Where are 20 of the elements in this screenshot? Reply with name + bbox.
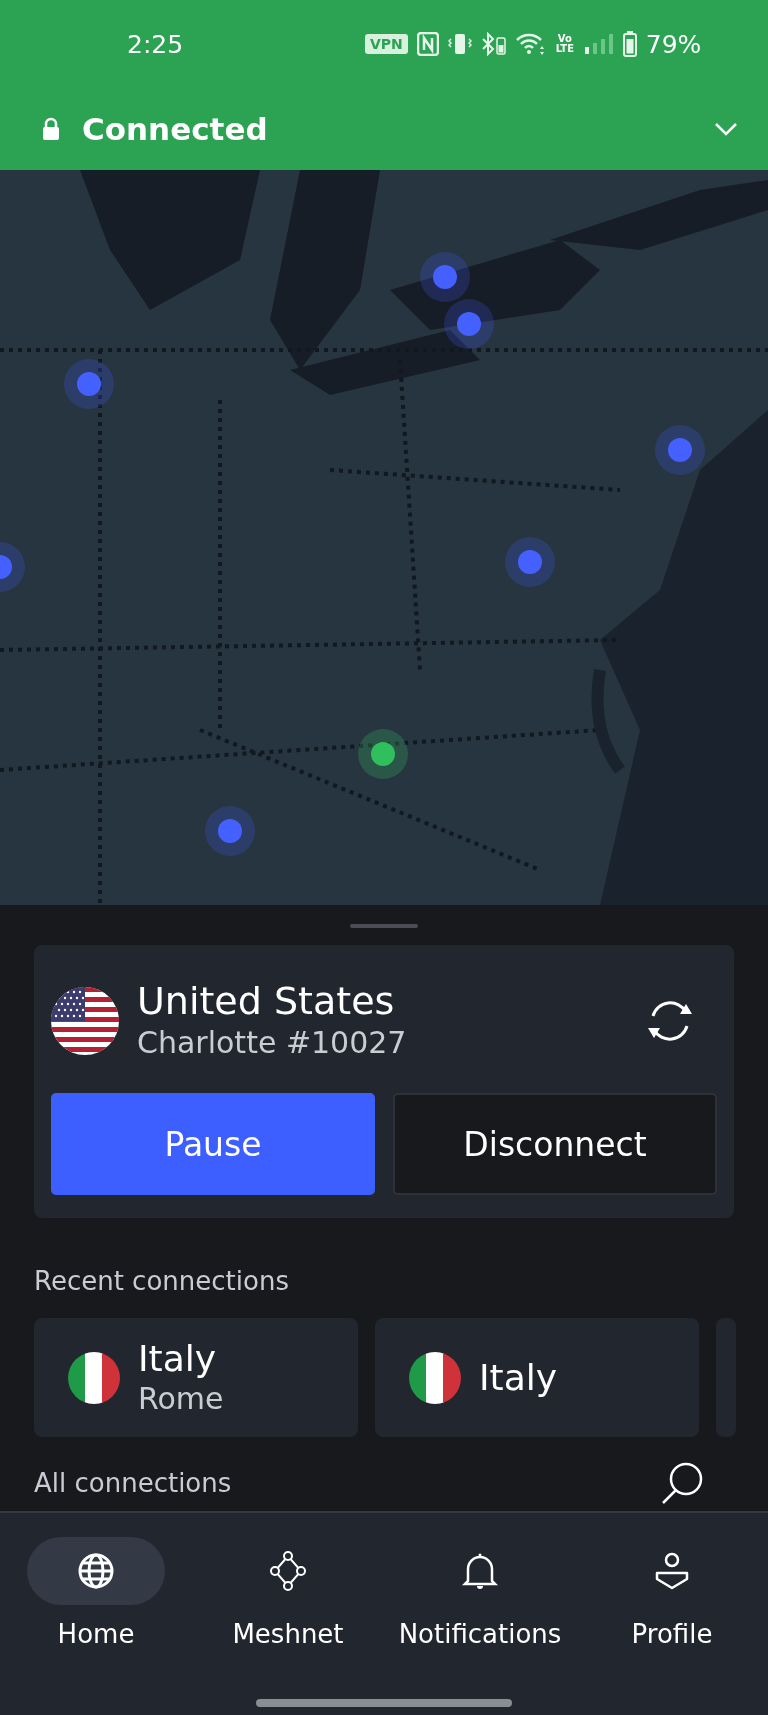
section-title: Recent connections <box>34 1266 289 1296</box>
nav-tab[interactable]: Home <box>0 1537 192 1649</box>
nav-tab[interactable]: Meshnet <box>192 1537 384 1649</box>
pause-button[interactable]: Pause <box>51 1093 375 1195</box>
section-title: All connections <box>34 1468 232 1498</box>
country-name: Italy <box>479 1356 558 1399</box>
network-type-label: Vo LTE <box>554 34 575 54</box>
country-name: Italy <box>138 1337 218 1380</box>
battery-percent: 79% <box>645 29 702 59</box>
clock-time: 2:25 <box>127 29 185 59</box>
nav-tab[interactable]: Notifications <box>384 1537 576 1649</box>
recent-card[interactable]: Italy <box>375 1318 699 1437</box>
server-name: Charlotte #10027 <box>137 1024 408 1062</box>
connection-status: Connected <box>82 111 269 147</box>
nav-tab[interactable]: Profile <box>576 1537 768 1649</box>
city-name: Rome <box>138 1379 224 1418</box>
country-name: United States <box>137 979 396 1023</box>
disconnect-button[interactable]: Disconnect <box>393 1093 717 1195</box>
vpn-badge: VPN <box>365 34 408 54</box>
recent-card[interactable]: Italy Rome <box>34 1318 358 1437</box>
